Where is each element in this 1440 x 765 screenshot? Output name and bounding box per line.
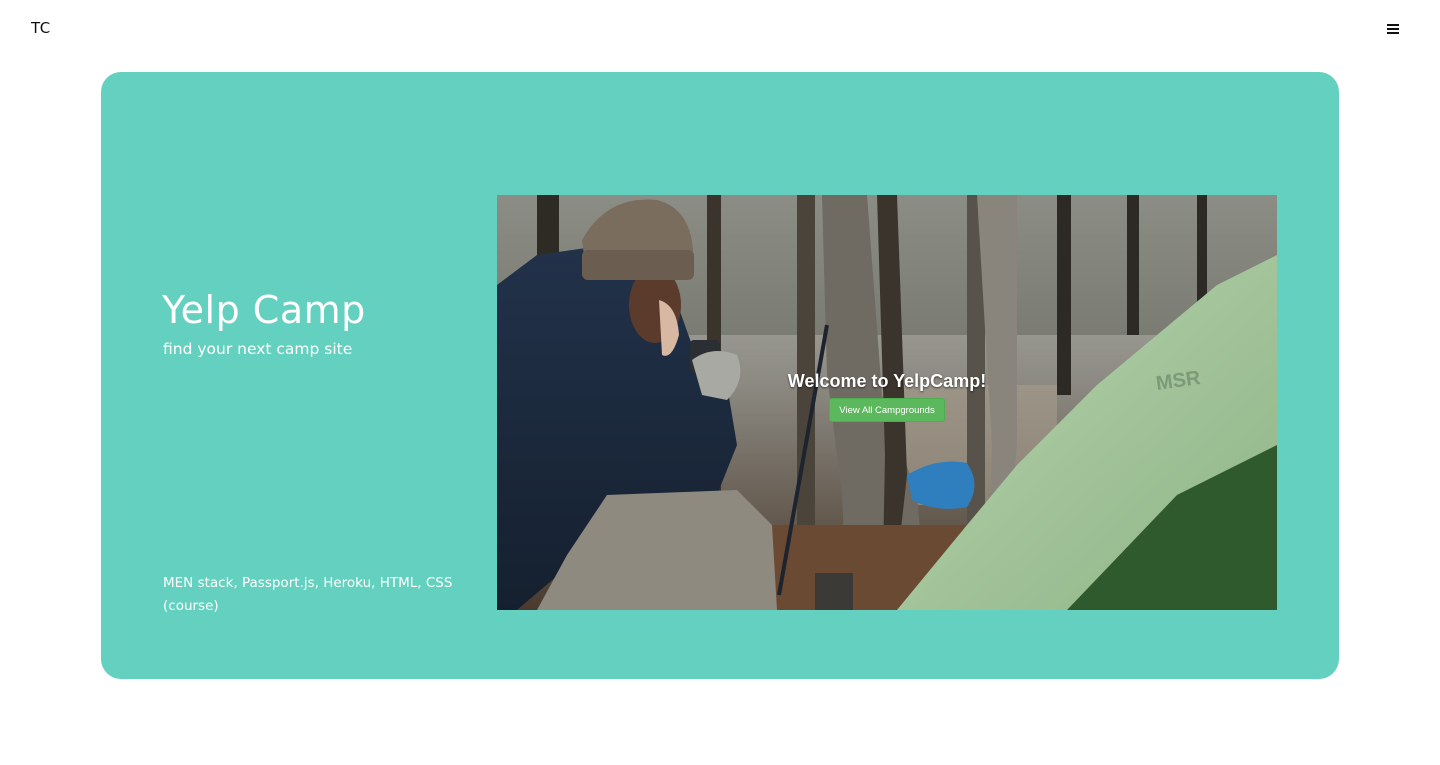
- project-tech-stack: MEN stack, Passport.js, Heroku, HTML, CS…: [163, 575, 453, 614]
- site-logo[interactable]: TC: [31, 19, 51, 37]
- menu-bar: [1387, 32, 1399, 34]
- project-card: Yelp Camp find your next camp site MEN s…: [101, 72, 1339, 679]
- preview-welcome-heading: Welcome to YelpCamp!: [787, 371, 987, 391]
- top-navbar: TC: [0, 0, 1440, 60]
- project-title: Yelp Camp: [162, 288, 366, 332]
- menu-bar: [1387, 28, 1399, 30]
- view-all-campgrounds-button[interactable]: View All Campgrounds: [829, 398, 945, 422]
- menu-bar: [1387, 24, 1399, 26]
- project-preview-image[interactable]: MSR Welcome to YelpCamp! View All Campgr…: [497, 195, 1277, 610]
- hamburger-menu-icon[interactable]: [1384, 20, 1402, 38]
- project-subtitle: find your next camp site: [163, 340, 353, 358]
